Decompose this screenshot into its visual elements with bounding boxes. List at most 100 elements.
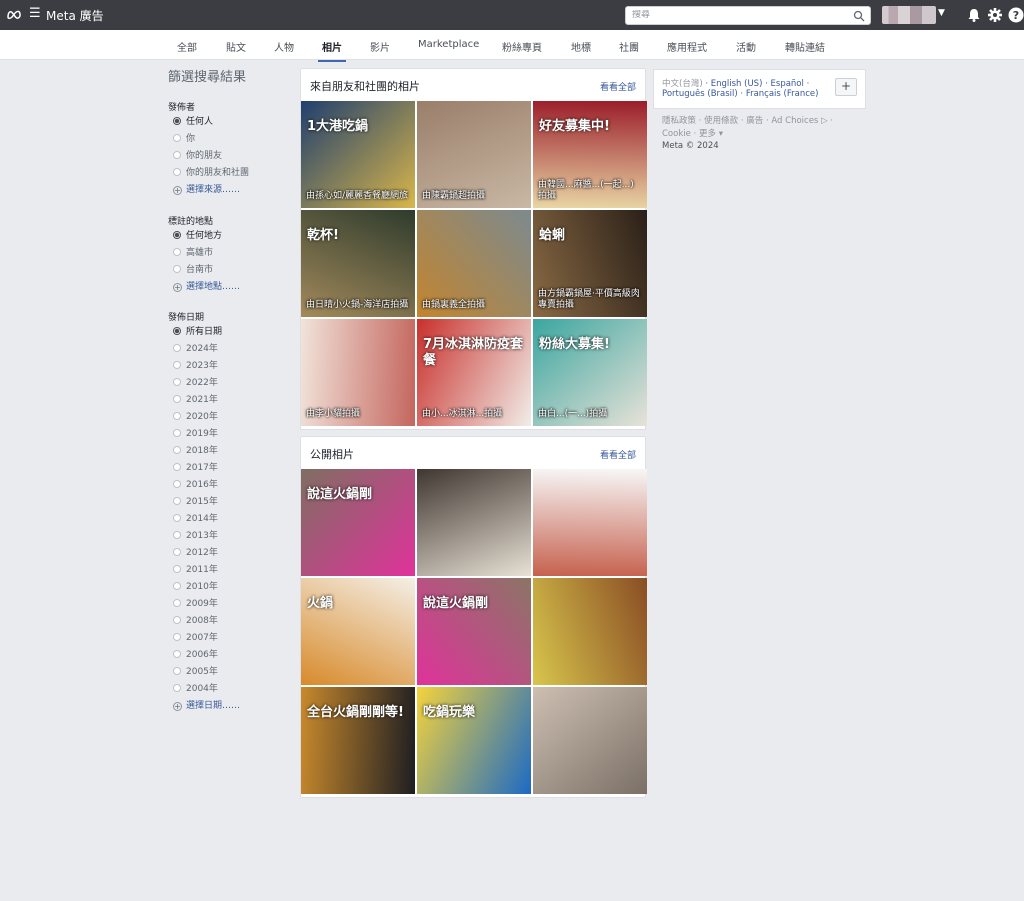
language-link[interactable]: Español bbox=[771, 79, 804, 89]
radio-icon[interactable] bbox=[173, 616, 181, 624]
meta-logo-icon[interactable] bbox=[6, 8, 22, 20]
add-language-button[interactable]: + bbox=[835, 78, 857, 96]
footer-link-ad-choices[interactable]: Ad Choices bbox=[771, 116, 818, 126]
language-link[interactable]: Français (France) bbox=[746, 89, 819, 99]
photo-thumbnail[interactable]: 說這火鍋剛 bbox=[301, 469, 415, 576]
radio-icon[interactable] bbox=[173, 134, 181, 142]
filter-date-option[interactable]: 2024年 bbox=[173, 342, 218, 356]
filter-date-option[interactable]: 2020年 bbox=[173, 410, 218, 424]
photo-thumbnail[interactable]: 粉絲大募集! 由白...(一...)拍攝 bbox=[533, 319, 647, 426]
radio-icon[interactable] bbox=[173, 429, 181, 437]
filter-location-option[interactable]: 台南市 bbox=[173, 263, 213, 277]
filter-date-option[interactable]: 2011年 bbox=[173, 563, 218, 577]
radio-icon[interactable] bbox=[173, 514, 181, 522]
footer-link-terms[interactable]: 使用條款 bbox=[704, 116, 738, 126]
filter-date-option[interactable]: 2014年 bbox=[173, 512, 218, 526]
photo-thumbnail[interactable] bbox=[533, 469, 647, 576]
photo-thumbnail[interactable] bbox=[417, 469, 531, 576]
photo-thumbnail[interactable]: 蛤蜊 由方鍋霸鍋屋·平價高級肉專賣拍攝 bbox=[533, 210, 647, 317]
filter-date-option[interactable]: 2012年 bbox=[173, 546, 218, 560]
filter-date-option[interactable]: 2013年 bbox=[173, 529, 218, 543]
radio-selected-icon[interactable] bbox=[173, 231, 181, 239]
radio-icon[interactable] bbox=[173, 168, 181, 176]
photo-thumbnail[interactable]: 由鍋裏義全拍攝 bbox=[417, 210, 531, 317]
photo-thumbnail[interactable]: 說這火鍋剛 bbox=[417, 578, 531, 685]
tab-apps[interactable]: 應用程式 bbox=[667, 39, 707, 54]
filter-poster-option[interactable]: 你的朋友和社團 bbox=[173, 166, 249, 180]
tab-photos[interactable]: 相片 bbox=[318, 39, 346, 62]
photo-thumbnail[interactable]: 吃鍋玩樂 bbox=[417, 687, 531, 794]
radio-icon[interactable] bbox=[173, 446, 181, 454]
tab-videos[interactable]: 影片 bbox=[370, 39, 390, 54]
radio-icon[interactable] bbox=[173, 248, 181, 256]
radio-icon[interactable] bbox=[173, 497, 181, 505]
tab-groups[interactable]: 社團 bbox=[619, 39, 639, 54]
photo-thumbnail[interactable]: 1大港吃鍋 由孫心如/麗麗香餐廳網旅 bbox=[301, 101, 415, 208]
radio-icon[interactable] bbox=[173, 378, 181, 386]
filter-location-option[interactable]: 任何地方 bbox=[173, 229, 222, 243]
filter-date-option[interactable]: 2016年 bbox=[173, 478, 218, 492]
photo-thumbnail[interactable]: 全台火鍋剛剛等! bbox=[301, 687, 415, 794]
choose-source-link[interactable]: + 選擇來源…… bbox=[173, 183, 240, 197]
tab-marketplace[interactable]: Marketplace bbox=[418, 39, 479, 50]
menu-icon[interactable]: ☰ bbox=[29, 6, 41, 22]
language-link[interactable]: Português (Brasil) bbox=[662, 89, 738, 99]
filter-date-option[interactable]: 2006年 bbox=[173, 648, 218, 662]
filter-date-option[interactable]: 2021年 bbox=[173, 393, 218, 407]
filter-date-option[interactable]: 2022年 bbox=[173, 376, 218, 390]
choose-location-link[interactable]: + 選擇地點…… bbox=[173, 280, 240, 294]
footer-link-more[interactable]: 更多 bbox=[699, 129, 716, 139]
radio-icon[interactable] bbox=[173, 361, 181, 369]
radio-icon[interactable] bbox=[173, 344, 181, 352]
settings-gear-icon[interactable] bbox=[987, 7, 1003, 23]
tab-places[interactable]: 地標 bbox=[571, 39, 591, 54]
help-icon[interactable]: ? bbox=[1008, 7, 1024, 23]
radio-selected-icon[interactable] bbox=[173, 117, 181, 125]
filter-poster-option[interactable]: 你的朋友 bbox=[173, 149, 222, 163]
photo-thumbnail[interactable] bbox=[533, 578, 647, 685]
footer-link-ads[interactable]: 廣告 bbox=[746, 116, 763, 126]
radio-icon[interactable] bbox=[173, 565, 181, 573]
language-link[interactable]: English (US) bbox=[711, 79, 763, 89]
search-input[interactable] bbox=[632, 10, 852, 20]
photo-thumbnail[interactable]: 由陳霸鍋超拍攝 bbox=[417, 101, 531, 208]
radio-icon[interactable] bbox=[173, 599, 181, 607]
filter-date-option[interactable]: 2004年 bbox=[173, 682, 218, 696]
radio-icon[interactable] bbox=[173, 582, 181, 590]
brand-title[interactable]: Meta 廣告 bbox=[46, 7, 104, 24]
tab-people[interactable]: 人物 bbox=[274, 39, 294, 54]
search-icon[interactable] bbox=[853, 10, 865, 22]
friends-photos-see-all-link[interactable]: 看看全部 bbox=[600, 80, 636, 93]
filter-date-option[interactable]: 2015年 bbox=[173, 495, 218, 509]
photo-thumbnail[interactable]: 由李小貓拍攝 bbox=[301, 319, 415, 426]
filter-date-option[interactable]: 2007年 bbox=[173, 631, 218, 645]
public-photos-see-all-link[interactable]: 看看全部 bbox=[600, 448, 636, 461]
choose-date-link[interactable]: + 選擇日期…… bbox=[173, 699, 240, 713]
filter-location-option[interactable]: 高雄市 bbox=[173, 246, 213, 260]
radio-icon[interactable] bbox=[173, 667, 181, 675]
radio-icon[interactable] bbox=[173, 548, 181, 556]
filter-date-option[interactable]: 2005年 bbox=[173, 665, 218, 679]
radio-icon[interactable] bbox=[173, 650, 181, 658]
filter-poster-option[interactable]: 任何人 bbox=[173, 115, 213, 129]
radio-icon[interactable] bbox=[173, 480, 181, 488]
tab-events[interactable]: 活動 bbox=[736, 39, 756, 54]
photo-thumbnail[interactable]: 乾杯! 由日晴小火鍋-海洋店拍攝 bbox=[301, 210, 415, 317]
photo-thumbnail[interactable]: 好友募集中! 由韓國...麻醬...(一起...) 拍攝 bbox=[533, 101, 647, 208]
photo-thumbnail[interactable] bbox=[533, 687, 647, 794]
filter-date-option[interactable]: 2008年 bbox=[173, 614, 218, 628]
search-box[interactable] bbox=[625, 6, 871, 25]
radio-icon[interactable] bbox=[173, 412, 181, 420]
radio-icon[interactable] bbox=[173, 531, 181, 539]
radio-icon[interactable] bbox=[173, 265, 181, 273]
radio-icon[interactable] bbox=[173, 633, 181, 641]
tab-links[interactable]: 轉貼連結 bbox=[785, 39, 825, 54]
radio-icon[interactable] bbox=[173, 684, 181, 692]
filter-date-option[interactable]: 2018年 bbox=[173, 444, 218, 458]
tab-pages[interactable]: 粉絲專頁 bbox=[502, 39, 542, 54]
photo-thumbnail[interactable]: 火鍋 bbox=[301, 578, 415, 685]
filter-date-option[interactable]: 2009年 bbox=[173, 597, 218, 611]
radio-icon[interactable] bbox=[173, 395, 181, 403]
filter-date-option[interactable]: 2023年 bbox=[173, 359, 218, 373]
account-menu-chevron-icon[interactable]: ▼ bbox=[938, 8, 945, 18]
